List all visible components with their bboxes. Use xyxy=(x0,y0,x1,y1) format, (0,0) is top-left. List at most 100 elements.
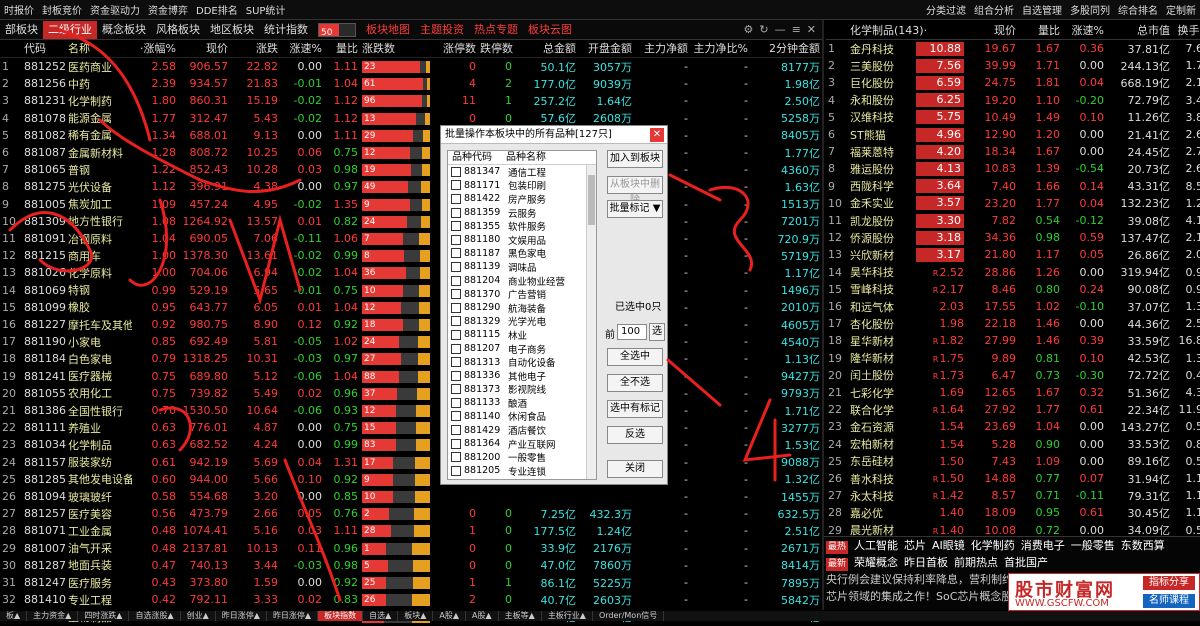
checklist-item[interactable]: 881200 一般零售 xyxy=(448,450,596,464)
tab-1[interactable]: 二级行业 xyxy=(43,20,97,39)
col-header-1[interactable]: 名称 xyxy=(66,40,132,57)
col-header-11[interactable]: 开盘金额 xyxy=(578,40,634,57)
checkbox[interactable] xyxy=(451,221,461,232)
checklist-item[interactable]: 881359 云服务 xyxy=(448,206,596,220)
checkbox[interactable] xyxy=(451,343,461,354)
bottom-tab-2[interactable]: 四时涨跌▲ xyxy=(78,611,130,621)
stock-row[interactable]: 27 永太科技 R1.42 8.57 0.71 -0.11 79.31亿 1.15 xyxy=(826,487,1200,504)
table-row[interactable]: 32 881410 专业工程 0.42 792.11 3.33 0.02 0.83 26 2 0 40… xyxy=(0,591,822,608)
col-header-9[interactable]: 跌停数 xyxy=(478,40,514,57)
hot-topic-5[interactable]: 一般零售 xyxy=(1071,539,1115,552)
stock-row[interactable]: 17 杏化股份 1.98 22.18 1.46 0.00 44.36亿 2.54 xyxy=(826,315,1200,332)
stock-row[interactable]: 12 侨源股份 3.18 34.36 0.98 0.59 137.47亿 2.19 xyxy=(826,229,1200,246)
checklist-item[interactable]: 881187 黑色家电 xyxy=(448,247,596,260)
table-row[interactable]: 25 881285 其他发电设备 0.60 944.00 5.66 0.10 0.92 9- -1… xyxy=(0,471,822,488)
topbar-item-0[interactable]: 时报价 xyxy=(0,2,38,17)
stock-row[interactable]: 23 金石资源 1.54 23.69 1.04 0.00 143.27亿 0.50 xyxy=(826,418,1200,435)
col-header-0[interactable]: 代码 xyxy=(22,40,66,57)
table-row[interactable]: 2 881256 中药 2.39 934.57 21.83 -0.01 1.04 61 4 2 177… xyxy=(0,75,822,92)
new-topic-2[interactable]: 前期热点 xyxy=(954,556,998,569)
checklist-item[interactable]: 881373 影视院线 xyxy=(448,383,596,396)
bottom-tab-5[interactable]: 昨日涨停▲ xyxy=(216,611,267,621)
indicator-share-button[interactable]: 指标分享 xyxy=(1143,576,1195,590)
stock-row[interactable]: 26 善水科技 R1.50 14.88 0.77 0.07 31.94亿 1.17 xyxy=(826,470,1200,487)
teacher-course-button[interactable]: 名师课程 xyxy=(1143,594,1195,608)
table-row[interactable]: 30 881287 地面兵装 0.47 740.13 3.44 -0.03 0.98 5 0 0 47… xyxy=(0,557,822,574)
checkbox[interactable] xyxy=(451,425,461,436)
table-row[interactable]: 20 881055 农用化工 0.75 739.82 5.49 0.02 0.96 37- -97… xyxy=(0,385,822,402)
select-all-button[interactable]: 全选中 xyxy=(607,348,663,366)
hot-topic-1[interactable]: 芯片 xyxy=(904,539,926,552)
stock-row[interactable]: 19 隆华新材 R1.75 9.89 0.81 0.10 42.53亿 1.34 xyxy=(826,350,1200,367)
stock-row[interactable]: 25 东岳硅材 1.50 7.43 1.09 0.00 89.16亿 0.58 xyxy=(826,453,1200,470)
table-row[interactable]: 6 881087 金属新材料 1.28 808.72 10.25 0.06 0.75 12- -1… xyxy=(0,144,822,161)
stock-row[interactable]: 10 金禾实业 3.57 23.20 1.77 0.04 132.23亿 1.23 xyxy=(826,195,1200,212)
col-header-5[interactable]: 涨速% xyxy=(280,40,324,57)
bottom-tab-11[interactable]: A股▲ xyxy=(466,611,499,621)
stock-row[interactable]: 22 联合化学 R1.64 27.92 1.77 0.61 22.34亿 11.98 xyxy=(826,401,1200,418)
invert-selection-button[interactable]: 反选 xyxy=(607,426,663,444)
col-header-8[interactable]: 涨停数 xyxy=(432,40,478,57)
stock-row[interactable]: 11 凯龙股份 3.30 7.82 0.54 -0.12 39.08亿 4.17 xyxy=(826,212,1200,229)
table-row[interactable]: 21 881386 全国性银行 0.70 1530.50 10.64 -0.06 0.93 12… xyxy=(0,402,822,419)
table-row[interactable]: 27 881257 医疗美容 0.56 473.79 2.66 0.05 0.76 2 0 0 7.2… xyxy=(0,505,822,522)
stock-row[interactable]: 4 永和股份 6.25 19.20 1.10 -0.20 72.79亿 3.43 xyxy=(826,92,1200,109)
remove-from-sector-button[interactable]: 从板块中删除 xyxy=(607,176,663,206)
select-none-button[interactable]: 全不选 xyxy=(607,374,663,392)
hot-topic-3[interactable]: 化学制药 xyxy=(971,539,1015,552)
col-header-6[interactable]: 量比 xyxy=(324,40,360,57)
hot-topic-2[interactable]: AI眼镜 xyxy=(932,539,965,552)
col-header-13[interactable]: 主力净比% xyxy=(690,40,750,57)
checklist-item[interactable]: 881336 其他电子 xyxy=(448,369,596,383)
topbar-item-5[interactable]: SUP统计 xyxy=(242,2,290,17)
new-topic-3[interactable]: 首批国产 xyxy=(1004,556,1048,569)
stock-row[interactable]: 20 闰土股份 R1.73 6.47 0.73 -0.30 72.72亿 0.47 xyxy=(826,367,1200,384)
table-row[interactable]: 18 881184 白色家电 0.79 1318.25 10.31 -0.03 0.97 27 -… xyxy=(0,350,822,367)
checkbox[interactable] xyxy=(451,248,461,259)
table-row[interactable]: 28 881071 工业金属 0.48 1074.41 5.16 0.03 1.11 28 1 0 1… xyxy=(0,522,822,539)
stock-row[interactable]: 13 兴欣新材 3.17 21.80 1.17 0.05 26.86亿 2.06 xyxy=(826,246,1200,263)
table-row[interactable]: 1 881252 医药商业 2.58 906.57 22.82 0.00 1.11 23 0 0 50… xyxy=(0,58,822,75)
checklist-item[interactable]: 881290 航海装备 xyxy=(448,301,596,315)
checklist-item[interactable]: 881329 光学光电 xyxy=(448,315,596,328)
table-row[interactable]: 24 881157 服装家纺 0.61 942.19 5.69 0.04 1.31 17- -90… xyxy=(0,454,822,471)
hot-topic-4[interactable]: 消费电子 xyxy=(1021,539,1065,552)
checkbox[interactable] xyxy=(451,452,461,463)
col-header-2[interactable]: ·涨幅% xyxy=(132,40,178,57)
bottom-tab-6[interactable]: 昨日涨停▲ xyxy=(267,611,319,621)
stock-row[interactable]: 15 雪峰科技 R2.17 8.46 0.80 0.24 90.08亿 0.90 xyxy=(826,281,1200,298)
table-row[interactable]: 12 881215 商用车 1.00 1378.30 13.61 -0.02 0.99 8- -5… xyxy=(0,247,822,264)
checklist-item[interactable]: 881133 酿酒 xyxy=(448,396,596,410)
add-to-sector-button[interactable]: 加入到板块 xyxy=(607,150,663,168)
stock-row[interactable]: 14 昊华科技 R2.52 28.86 1.26 0.00 319.94亿 0.94 xyxy=(826,264,1200,281)
topbar-right-item-3[interactable]: 多股同列 xyxy=(1066,2,1114,17)
feature-tab-2[interactable]: 热点专题 xyxy=(469,21,523,39)
refresh-icon[interactable]: ↻ xyxy=(759,23,768,36)
topbar-right-item-0[interactable]: 分类过滤 xyxy=(922,2,970,17)
topbar-item-2[interactable]: 资金驱动力 xyxy=(86,2,144,17)
checkbox[interactable] xyxy=(451,465,461,476)
checkbox[interactable] xyxy=(451,234,461,245)
stock-row[interactable]: 21 七彩化学 1.69 12.65 1.67 0.32 51.36亿 4.34 xyxy=(826,384,1200,401)
tab-4[interactable]: 地区板块 xyxy=(205,21,259,39)
checkbox[interactable] xyxy=(451,207,461,218)
table-row[interactable]: 10 881309 地方性银行 1.08 1264.92 13.57 0.01 0.82 24 -… xyxy=(0,213,822,230)
right-col-header-3[interactable]: 涨速% xyxy=(1062,22,1106,38)
new-topic-1[interactable]: 昨日首板 xyxy=(904,556,948,569)
table-row[interactable]: 13 881026 化学原料 1.00 704.06 6.94 -0.02 1.04 36- -1… xyxy=(0,264,822,281)
topbar-right-item-5[interactable]: 定制新 xyxy=(1162,2,1200,17)
bottom-tab-12[interactable]: 主板等▲ xyxy=(499,611,542,621)
hot-topic-6[interactable]: 东数西算 xyxy=(1121,539,1165,552)
close-icon[interactable]: ✕ xyxy=(650,128,664,142)
stock-row[interactable]: 28 嘉必优 1.40 18.09 0.95 0.61 30.45亿 1.14 xyxy=(826,504,1200,521)
topbar-right-item-1[interactable]: 组合分析 xyxy=(970,2,1018,17)
settings-icon[interactable]: ⚙ xyxy=(743,23,753,36)
checklist-item[interactable]: 881355 软件服务 xyxy=(448,219,596,233)
stock-row[interactable]: 6 ST熊猫 4.96 12.90 1.20 0.00 21.41亿 2.60 xyxy=(826,126,1200,143)
checklist-item[interactable]: 881204 商业物业经营 xyxy=(448,274,596,288)
bottom-tab-10[interactable]: A股▲ xyxy=(433,611,467,621)
checkbox[interactable] xyxy=(451,438,461,449)
feature-tab-0[interactable]: 板块地图 xyxy=(361,21,415,39)
right-col-header-0[interactable]: 化学制品(143)· xyxy=(848,22,966,38)
bottom-tab-8[interactable]: 自选▲ xyxy=(363,611,399,621)
